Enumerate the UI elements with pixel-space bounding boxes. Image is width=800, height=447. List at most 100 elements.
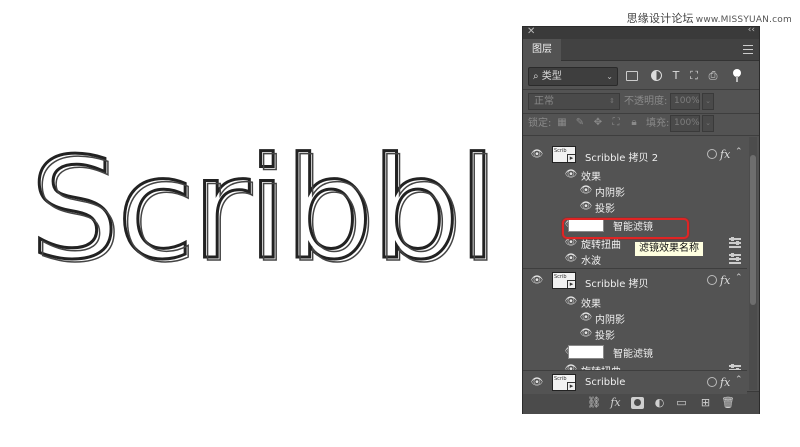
smart-object-badge-icon: ▸: [567, 382, 575, 390]
search-icon: ⌕: [533, 71, 539, 82]
layer-thumbnail: Scrib ▸: [552, 374, 576, 391]
fill-input[interactable]: 100%: [670, 115, 700, 132]
chevron-down-icon: ⌄: [606, 72, 613, 81]
adjustment-filter-icon[interactable]: [651, 70, 662, 81]
blend-mode-select[interactable]: 正常 ⇕: [528, 93, 620, 110]
effect-label: 投影: [595, 204, 615, 215]
smart-filter-link-icon: [707, 377, 717, 387]
list-item[interactable]: 👁︎ 投影: [523, 199, 747, 216]
close-icon[interactable]: ✕: [527, 26, 535, 37]
shape-filter-icon[interactable]: ⛶: [687, 69, 701, 83]
delete-icon[interactable]: 🗑︎: [721, 397, 735, 409]
eye-icon[interactable]: 👁︎: [564, 170, 578, 180]
fx-icon[interactable]: fx: [720, 148, 730, 161]
filter-options-icon[interactable]: [729, 237, 741, 248]
watermark-site: www.MISSYUAN.com: [695, 15, 792, 25]
opacity-label: 不透明度:: [624, 96, 668, 107]
panel-titlebar: ✕ ‹‹: [523, 25, 759, 39]
eye-icon[interactable]: 👁︎: [530, 150, 544, 160]
filter-row: ⌕ 类型 ⌄ T ⛶ ⎙: [528, 67, 756, 87]
list-item[interactable]: 👁︎ 效果: [523, 167, 747, 184]
smart-object-badge-icon: ▸: [567, 154, 575, 162]
eye-icon[interactable]: 👁︎: [579, 186, 593, 196]
eye-icon[interactable]: 👁︎: [579, 329, 593, 339]
collapse-icon[interactable]: ‹‹: [748, 25, 755, 35]
eye-icon[interactable]: 👁︎: [564, 254, 578, 264]
smart-object-filter-icon[interactable]: ⎙: [706, 69, 720, 83]
effect-label: 内阴影: [595, 188, 625, 199]
smart-filter-mask[interactable]: [568, 345, 604, 359]
opacity-input[interactable]: 100%: [670, 93, 700, 110]
layer-thumbnail: Scrib ▸: [552, 272, 576, 289]
panel-menu-icon[interactable]: [743, 45, 753, 54]
watermark-text: 思缘设计论坛: [626, 12, 694, 25]
filter-options-icon[interactable]: [729, 253, 741, 264]
layer-thumbnail: Scrib ▸: [552, 146, 576, 163]
lock-artboard-icon[interactable]: ⛶: [610, 117, 622, 129]
new-layer-icon[interactable]: ⊞: [699, 397, 712, 409]
layer-row[interactable]: 👁︎ Scrib ▸ Scribble 拷贝 2 fx ⌃: [523, 143, 747, 167]
list-item[interactable]: 👁︎ 智能滤镜: [523, 344, 747, 360]
eye-icon[interactable]: 👁︎: [579, 313, 593, 323]
layer-row[interactable]: 👁︎ Scrib ▸ Scribble 拷贝 fx ⌃: [523, 269, 747, 293]
blend-row: 正常 ⇕ 不透明度: 100% ⌄: [528, 93, 756, 111]
eye-icon[interactable]: 👁︎: [530, 378, 544, 388]
chevron-up-icon[interactable]: ⌃: [735, 147, 743, 157]
chevron-up-icon[interactable]: ⌃: [735, 273, 743, 283]
lock-transparent-icon[interactable]: ▦: [556, 117, 568, 129]
chevron-up-icon[interactable]: ⌃: [735, 375, 743, 385]
new-group-icon[interactable]: ▭: [675, 397, 688, 409]
list-item[interactable]: 👁︎ 效果: [523, 294, 747, 311]
layer-name[interactable]: Scribble: [585, 377, 625, 388]
eye-icon[interactable]: 👁︎: [564, 238, 578, 248]
updown-icon: ⇕: [609, 97, 615, 105]
eye-icon[interactable]: 👁︎: [579, 202, 593, 212]
list-item[interactable]: 👁︎ 投影: [523, 326, 747, 343]
layer-fx-area: fx ⌃: [707, 273, 745, 288]
fx-icon[interactable]: fx: [720, 274, 730, 287]
lock-label: 锁定:: [528, 118, 552, 129]
layer-name[interactable]: Scribble 拷贝 2: [585, 149, 658, 164]
filter-kind-label: 类型: [541, 71, 562, 82]
fill-chevron-icon[interactable]: ⌄: [702, 115, 714, 132]
adjustment-layer-icon[interactable]: ◐: [653, 397, 666, 409]
canvas-scribble-text: Scribbl Scribbl: [30, 140, 524, 280]
type-filter-icon[interactable]: T: [669, 69, 683, 83]
divider: [523, 113, 759, 114]
scrollbar-thumb[interactable]: [750, 155, 756, 305]
list-item[interactable]: 👁︎ 内阴影: [523, 183, 747, 200]
effects-group-label: 效果: [581, 172, 601, 183]
panel-bottom-toolbar: ⛓︎ fx ◐ ▭ ⊞ 🗑︎: [523, 391, 759, 414]
effects-group-label: 效果: [581, 299, 601, 310]
smart-filter-link-icon: [707, 149, 717, 159]
layer-name[interactable]: Scribble 拷贝: [585, 275, 649, 290]
eye-icon[interactable]: 👁︎: [564, 297, 578, 307]
add-style-icon[interactable]: fx: [609, 397, 622, 409]
highlight-annotation: [562, 218, 689, 239]
lock-pixels-icon[interactable]: ✎: [574, 117, 586, 129]
tab-layers[interactable]: 图层: [523, 39, 561, 61]
lock-all-icon[interactable]: 🔒︎: [628, 117, 640, 129]
layers-list: 👁︎ Scrib ▸ Scribble 拷贝 2 fx ⌃ 👁︎ 效果 👁︎ 内阴…: [523, 137, 747, 390]
filter-kind-select[interactable]: ⌕ 类型 ⌄: [528, 67, 618, 86]
watermark: 思缘设计论坛 www.MISSYUAN.com: [627, 10, 792, 26]
add-mask-icon[interactable]: [631, 397, 644, 409]
panel-tabs: 图层: [523, 39, 759, 61]
layer-fx-area: fx ⌃: [707, 375, 745, 390]
fx-icon[interactable]: fx: [720, 376, 730, 389]
lock-position-icon[interactable]: ✥: [592, 117, 604, 129]
blend-mode-label: 正常: [534, 96, 554, 107]
fill-label: 填充:: [646, 118, 670, 129]
divider: [523, 89, 759, 90]
link-layers-icon[interactable]: ⛓︎: [587, 397, 601, 409]
layer-row[interactable]: 👁︎ Scrib ▸ Scribble fx ⌃: [523, 370, 747, 394]
canvas-text: Scribbl: [30, 140, 498, 280]
opacity-chevron-icon[interactable]: ⌄: [702, 93, 714, 110]
list-item[interactable]: 👁︎ 内阴影: [523, 310, 747, 327]
eye-icon[interactable]: 👁︎: [530, 276, 544, 286]
filter-label[interactable]: 水波: [581, 252, 601, 267]
smart-filters-label: 智能滤镜: [613, 349, 653, 360]
effect-label: 投影: [595, 331, 615, 342]
image-filter-icon[interactable]: [626, 71, 638, 81]
scrollbar[interactable]: [749, 137, 757, 390]
